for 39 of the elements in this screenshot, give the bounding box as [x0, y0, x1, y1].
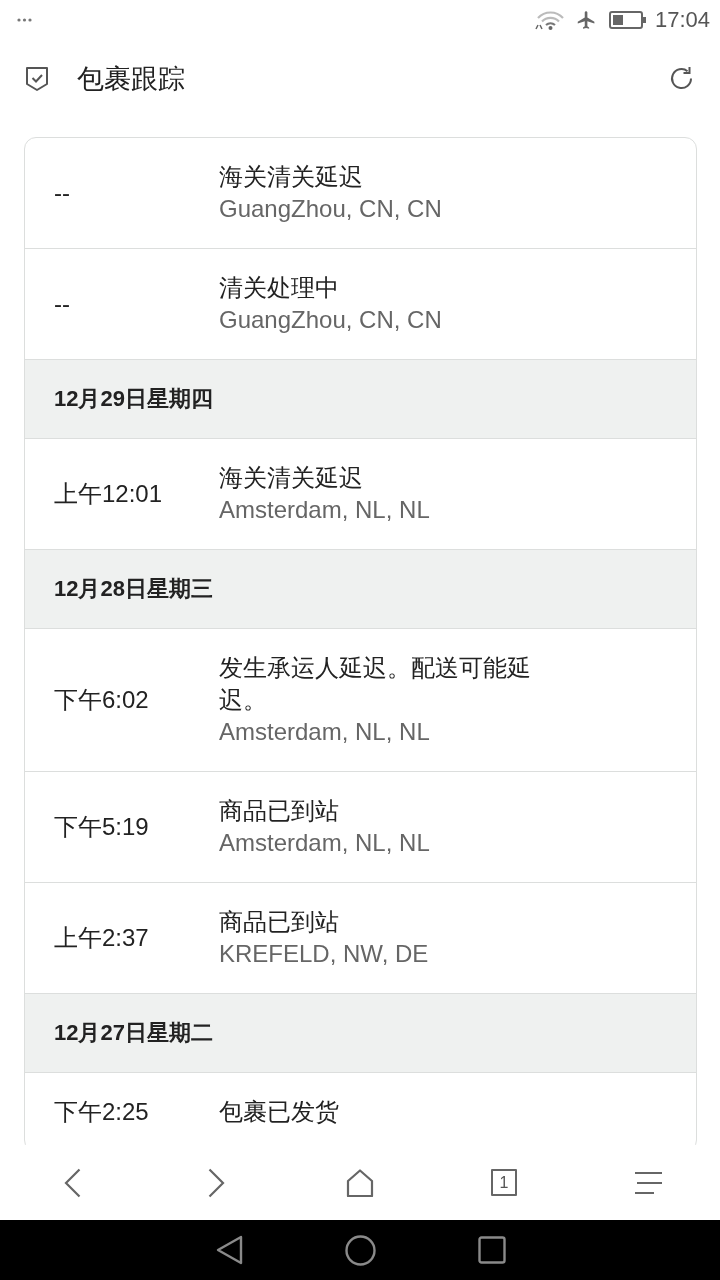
date-label: 12月28日星期三 [54, 576, 213, 601]
date-label: 12月29日星期四 [54, 386, 213, 411]
event-time: 下午2:25 [54, 1098, 149, 1125]
tab-count-button[interactable]: 1 [491, 1169, 517, 1196]
back-triangle-icon[interactable] [214, 1235, 243, 1265]
event-location: GuangZhou, CN, CN [219, 194, 443, 224]
event-time: -- [54, 290, 70, 317]
page-title: 包裹跟踪 [77, 62, 185, 96]
menu-icon[interactable] [633, 1170, 663, 1195]
event-time: 上午12:01 [54, 480, 163, 507]
more-dots-icon [17, 18, 32, 22]
date-label: 12月27日星期二 [54, 1020, 213, 1045]
event-location: Amsterdam, NL, NL [219, 495, 431, 525]
back-chevron-icon[interactable] [63, 1167, 81, 1198]
home-icon[interactable] [346, 1168, 374, 1197]
shield-check-icon [25, 65, 49, 92]
airplane-icon [575, 9, 597, 31]
recents-square-icon[interactable] [477, 1236, 506, 1264]
forward-chevron-icon[interactable] [207, 1167, 225, 1198]
wifi-icon [534, 10, 566, 30]
event-time: -- [54, 179, 70, 206]
battery-icon [608, 11, 646, 29]
event-status: 商品已到站 [219, 796, 340, 826]
home-circle-icon[interactable] [344, 1234, 376, 1266]
event-location: KREFELD, NW, DE [219, 939, 430, 969]
event-status: 海关清关延迟 [219, 162, 364, 192]
event-time: 下午5:19 [54, 813, 149, 840]
event-status: 包裹已发货 [219, 1097, 340, 1127]
event-location: Amsterdam, NL, NL [219, 828, 431, 858]
event-status: 商品已到站 [219, 907, 340, 937]
status-time: 17:04 [654, 7, 710, 33]
event-location: Amsterdam, NL, NL [219, 717, 431, 747]
event-time: 下午6:02 [54, 686, 149, 713]
event-time: 上午2:37 [54, 924, 149, 951]
event-status: 清关处理中 [219, 273, 340, 303]
event-location: GuangZhou, CN, CN [219, 305, 443, 335]
event-status: 海关清关延迟 [219, 463, 364, 493]
refresh-icon[interactable] [668, 65, 695, 92]
event-status: 发生承运人延迟。配送可能延迟。 [219, 653, 532, 715]
